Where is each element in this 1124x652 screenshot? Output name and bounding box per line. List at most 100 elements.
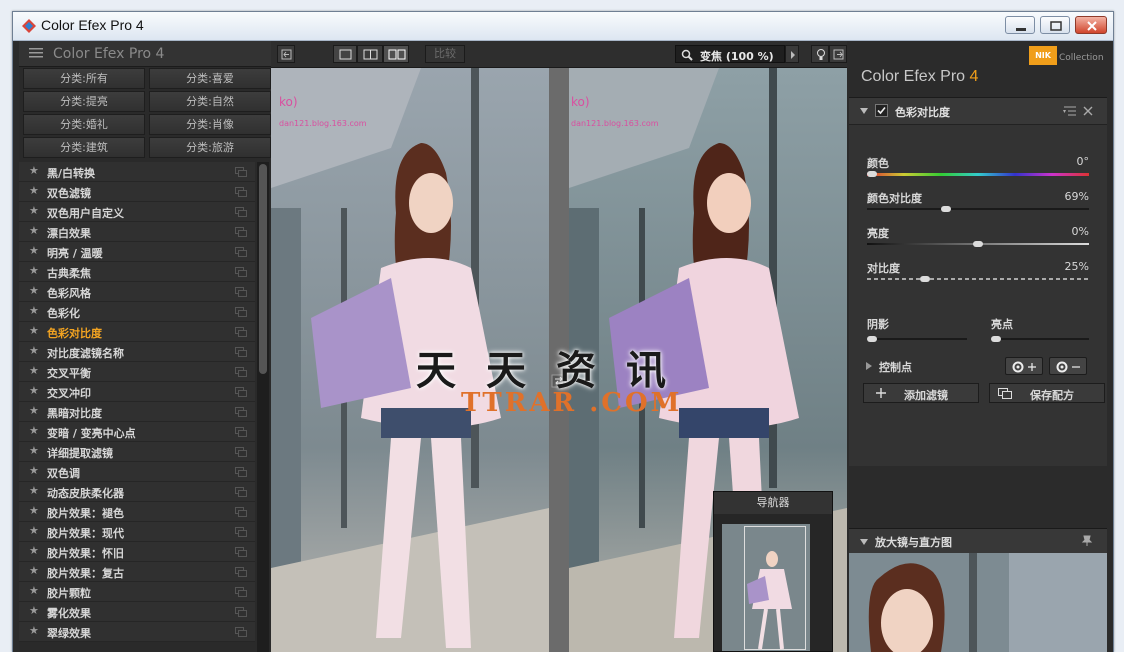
hue-slider-knob[interactable] (867, 171, 877, 177)
contrast-slider-knob[interactable] (920, 276, 930, 282)
favorite-star-icon[interactable]: ★ (29, 324, 39, 337)
close-button[interactable] (1075, 16, 1107, 34)
stack-filter-icon[interactable] (235, 287, 247, 297)
stack-filter-icon[interactable] (235, 507, 247, 517)
shadows-slider[interactable] (867, 336, 967, 342)
filter-list-item[interactable]: ★ 黑/白转换 (19, 162, 255, 182)
favorite-star-icon[interactable]: ★ (29, 264, 39, 277)
filter-list-item[interactable]: ★ 交叉平衡 (19, 362, 255, 382)
filter-list-item[interactable]: ★ 明亮 / 温暖 (19, 242, 255, 262)
filter-list-item[interactable]: ★ 双色滤镜 (19, 182, 255, 202)
stack-filter-icon[interactable] (235, 387, 247, 397)
filter-list-item[interactable]: ★ 胶片颗粒 (19, 582, 255, 602)
favorite-star-icon[interactable]: ★ (29, 564, 39, 577)
color-contrast-slider-knob[interactable] (941, 206, 951, 212)
favorite-star-icon[interactable]: ★ (29, 304, 39, 317)
stack-filter-icon[interactable] (235, 607, 247, 617)
filter-list-item[interactable]: ★ 翠绿效果 (19, 622, 255, 642)
compare-button[interactable]: 比较 (425, 45, 465, 63)
category-portrait[interactable]: 分类:肖像 (149, 114, 271, 135)
side-by-side-button[interactable] (383, 45, 409, 63)
image-preview[interactable]: ko) dan121.blog.163.com ko) dan121.blog.… (271, 68, 847, 652)
filter-list-item[interactable]: ★ 色彩对比度 (19, 322, 255, 342)
stack-filter-icon[interactable] (235, 187, 247, 197)
toggle-panel-button[interactable] (277, 45, 295, 63)
stack-filter-icon[interactable] (235, 207, 247, 217)
filter-list-item[interactable]: ★ 雾化效果 (19, 602, 255, 622)
filter-list-scroll-thumb[interactable] (259, 164, 267, 374)
filter-list-item[interactable]: ★ 胶片效果：褪色 (19, 502, 255, 522)
favorite-star-icon[interactable]: ★ (29, 284, 39, 297)
color-contrast-slider[interactable] (867, 206, 1089, 212)
zoom-control[interactable]: 变焦 (100 %) (675, 45, 785, 63)
filter-list-item[interactable]: ★ 交叉冲印 (19, 382, 255, 402)
filter-list-item[interactable]: ★ 动态皮肤柔化器 (19, 482, 255, 502)
category-wedding[interactable]: 分类:婚礼 (23, 114, 145, 135)
filter-list-item[interactable]: ★ 黑暗对比度 (19, 402, 255, 422)
highlights-slider[interactable] (991, 336, 1089, 342)
stack-filter-icon[interactable] (235, 367, 247, 377)
favorite-star-icon[interactable]: ★ (29, 504, 39, 517)
filter-list-item[interactable]: ★ 胶片效果：现代 (19, 522, 255, 542)
single-view-button[interactable] (333, 45, 357, 63)
stack-filter-icon[interactable] (235, 527, 247, 537)
category-all[interactable]: 分类:所有 (23, 68, 145, 89)
navigator-viewport-frame[interactable] (744, 526, 806, 650)
filter-list-item[interactable]: ★ 双色调 (19, 462, 255, 482)
stack-filter-icon[interactable] (235, 247, 247, 257)
stack-filter-icon[interactable] (235, 467, 247, 477)
hue-slider[interactable] (867, 171, 1089, 177)
stack-filter-icon[interactable] (235, 327, 247, 337)
favorite-star-icon[interactable]: ★ (29, 424, 39, 437)
stack-filter-icon[interactable] (235, 567, 247, 577)
favorite-star-icon[interactable]: ★ (29, 624, 39, 637)
split-view-button[interactable] (357, 45, 383, 63)
loupe-histogram-header[interactable]: 放大镜与直方图 (849, 528, 1107, 553)
favorite-star-icon[interactable]: ★ (29, 544, 39, 557)
filter-list-item[interactable]: ★ 古典柔焦 (19, 262, 255, 282)
brightness-slider[interactable] (867, 241, 1089, 247)
stack-filter-icon[interactable] (235, 407, 247, 417)
favorite-star-icon[interactable]: ★ (29, 224, 39, 237)
favorite-star-icon[interactable]: ★ (29, 244, 39, 257)
collapse-triangle-icon[interactable] (859, 106, 869, 116)
favorite-star-icon[interactable]: ★ (29, 464, 39, 477)
stack-filter-icon[interactable] (235, 307, 247, 317)
add-control-point-button[interactable] (1005, 357, 1043, 375)
menu-icon[interactable] (29, 48, 43, 59)
filter-list-item[interactable]: ★ 漂白效果 (19, 222, 255, 242)
favorite-star-icon[interactable]: ★ (29, 484, 39, 497)
favorite-star-icon[interactable]: ★ (29, 364, 39, 377)
remove-filter-icon[interactable] (1083, 106, 1093, 116)
category-enhance[interactable]: 分类:提亮 (23, 91, 145, 112)
filter-list-item[interactable]: ★ 胶片效果：怀旧 (19, 542, 255, 562)
stack-filter-icon[interactable] (235, 447, 247, 457)
filter-list-item[interactable]: ★ 双色用户自定义 (19, 202, 255, 222)
save-recipe-button[interactable]: 保存配方 (989, 383, 1105, 403)
filter-list-item[interactable]: ★ 变暗 / 变亮中心点 (19, 422, 255, 442)
minimize-button[interactable] (1005, 16, 1035, 34)
filter-list-item[interactable]: ★ 详细提取滤镜 (19, 442, 255, 462)
stack-filter-icon[interactable] (235, 427, 247, 437)
favorite-star-icon[interactable]: ★ (29, 584, 39, 597)
favorite-star-icon[interactable]: ★ (29, 164, 39, 177)
contrast-slider[interactable] (867, 276, 1089, 282)
maximize-button[interactable] (1040, 16, 1070, 34)
highlights-slider-knob[interactable] (991, 336, 1001, 342)
expand-triangle-icon[interactable] (865, 362, 873, 370)
category-favorites[interactable]: 分类:喜爱 (149, 68, 271, 89)
favorite-star-icon[interactable]: ★ (29, 404, 39, 417)
favorite-star-icon[interactable]: ★ (29, 184, 39, 197)
favorite-star-icon[interactable]: ★ (29, 204, 39, 217)
enable-checkbox-icon[interactable] (875, 104, 888, 117)
favorite-star-icon[interactable]: ★ (29, 604, 39, 617)
favorite-star-icon[interactable]: ★ (29, 384, 39, 397)
filter-options-icon[interactable] (1063, 106, 1077, 116)
favorite-star-icon[interactable]: ★ (29, 444, 39, 457)
category-architecture[interactable]: 分类:建筑 (23, 137, 145, 158)
add-filter-button[interactable]: 添加滤镜 (863, 383, 979, 403)
stack-filter-icon[interactable] (235, 167, 247, 177)
stack-filter-icon[interactable] (235, 227, 247, 237)
toggle-right-panel-button[interactable] (829, 45, 847, 63)
remove-control-point-button[interactable] (1049, 357, 1087, 375)
